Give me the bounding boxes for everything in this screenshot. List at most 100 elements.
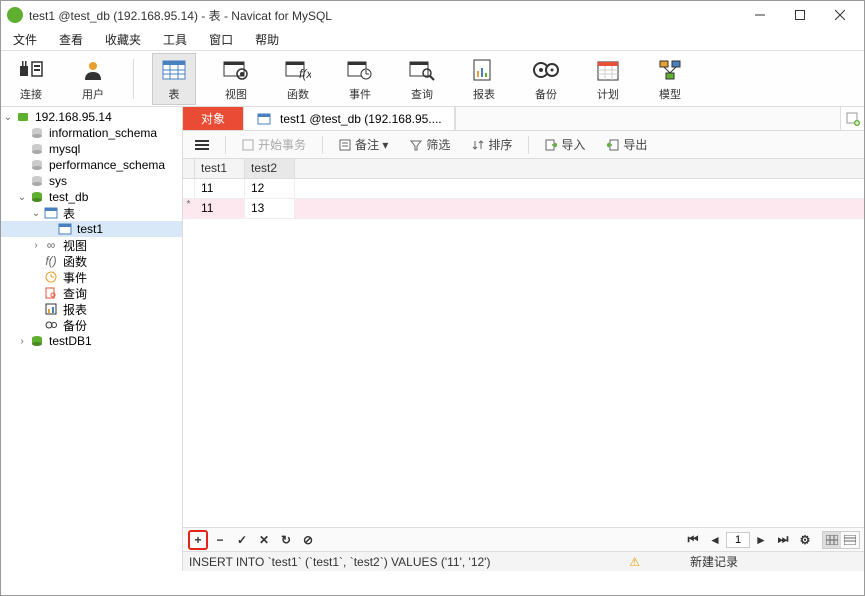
minimize-button[interactable]: [740, 2, 780, 28]
toolbar-user[interactable]: 用户: [71, 54, 115, 104]
tree-queries[interactable]: 查询: [1, 285, 182, 301]
toolbar-view[interactable]: 视图: [214, 54, 258, 104]
memo-icon: [339, 139, 351, 151]
record-edit-bar: + − ✓ ✕ ↻ ⊘ ⏮ ◄ ► ⏭ ⚙: [183, 527, 864, 551]
toolbar-backup[interactable]: 备份: [524, 54, 568, 104]
query-icon: [408, 56, 436, 84]
menu-help[interactable]: 帮助: [251, 29, 283, 50]
expand-icon[interactable]: ⌄: [1, 112, 15, 123]
tree-label: information_schema: [49, 126, 157, 140]
grid-view-button[interactable]: [823, 532, 841, 548]
expand-icon[interactable]: ⌄: [15, 192, 29, 203]
grid-body[interactable]: 11 12 * 11 13: [183, 179, 864, 527]
filter-button[interactable]: 筛选: [404, 134, 456, 155]
tree-backups[interactable]: 备份: [1, 317, 182, 333]
main-toolbar: 连接 用户 表 视图 f(x) 函数 事件 查询 报表 备份 计划 模型: [1, 51, 864, 107]
nav-prev-button[interactable]: ◄: [705, 530, 725, 550]
nav-next-button[interactable]: ►: [751, 530, 771, 550]
menu-bar: 文件 查看 收藏夹 工具 窗口 帮助: [1, 29, 864, 51]
import-label: 导入: [561, 136, 585, 153]
tree-db-mysql[interactable]: mysql: [1, 141, 182, 157]
maximize-button[interactable]: [780, 2, 820, 28]
stop-button[interactable]: ⊘: [298, 530, 318, 550]
tree-table-test1[interactable]: test1: [1, 221, 182, 237]
add-record-button[interactable]: +: [188, 530, 208, 550]
separator: [133, 59, 134, 99]
tree-funcs[interactable]: f() 函数: [1, 253, 182, 269]
apply-button[interactable]: ✓: [232, 530, 252, 550]
report-icon: [43, 302, 59, 316]
tree-db-testdb[interactable]: ⌄ test_db: [1, 189, 182, 205]
tx-icon: [242, 139, 254, 151]
settings-button[interactable]: ⚙: [795, 530, 815, 550]
expand-icon[interactable]: ›: [29, 240, 43, 251]
tree-reports[interactable]: 报表: [1, 301, 182, 317]
tab-objects[interactable]: 对象: [183, 107, 244, 130]
toolbar-connect[interactable]: 连接: [9, 54, 53, 104]
tree-views[interactable]: › ∞ 视图: [1, 237, 182, 253]
toolbar-schedule[interactable]: 计划: [586, 54, 630, 104]
form-view-button[interactable]: [841, 532, 859, 548]
column-header-test2[interactable]: test2: [245, 159, 295, 178]
toolbar-model[interactable]: 模型: [648, 54, 692, 104]
event-icon: [346, 56, 374, 84]
view-mode-toggle[interactable]: [822, 531, 860, 549]
toolbar-schedule-label: 计划: [597, 86, 619, 102]
refresh-button[interactable]: ↻: [276, 530, 296, 550]
delete-record-button[interactable]: −: [210, 530, 230, 550]
table-row-new[interactable]: * 11 13: [183, 199, 864, 219]
page-number-input[interactable]: [726, 532, 750, 548]
export-label: 导出: [623, 136, 647, 153]
menu-window[interactable]: 窗口: [205, 29, 237, 50]
tree-db-sys[interactable]: sys: [1, 173, 182, 189]
menu-file[interactable]: 文件: [9, 29, 41, 50]
close-button[interactable]: [820, 2, 860, 28]
expand-icon[interactable]: ›: [15, 336, 29, 347]
tab-table-test1[interactable]: test1 @test_db (192.168.95....: [244, 107, 455, 130]
app-icon: [7, 7, 23, 23]
cell[interactable]: 11: [195, 179, 245, 198]
cell[interactable]: 12: [245, 179, 295, 198]
nav-last-button[interactable]: ⏭: [773, 530, 793, 550]
tree-events[interactable]: 事件: [1, 269, 182, 285]
cancel-button[interactable]: ✕: [254, 530, 274, 550]
nav-first-button[interactable]: ⏮: [683, 530, 703, 550]
cell[interactable]: 11: [195, 199, 245, 218]
tree-label: test_db: [49, 190, 88, 204]
menu-favorite[interactable]: 收藏夹: [101, 29, 145, 50]
toolbar-event[interactable]: 事件: [338, 54, 382, 104]
expand-icon[interactable]: ⌄: [29, 208, 43, 219]
toolbar-func[interactable]: f(x) 函数: [276, 54, 320, 104]
tree-db-info-schema[interactable]: information_schema: [1, 125, 182, 141]
import-button[interactable]: 导入: [539, 134, 591, 155]
close-icon: [835, 10, 845, 20]
separator: [225, 136, 226, 154]
table-row[interactable]: 11 12: [183, 179, 864, 199]
cell[interactable]: 13: [245, 199, 295, 218]
tab-spacer: [455, 107, 840, 130]
sort-button[interactable]: 排序: [466, 134, 518, 155]
tree-db-testdb1[interactable]: › testDB1: [1, 333, 182, 349]
tab-strip: 对象 test1 @test_db (192.168.95....: [183, 107, 864, 131]
first-icon: ⏮: [688, 532, 699, 547]
menu-view[interactable]: 查看: [55, 29, 87, 50]
menu-tools[interactable]: 工具: [159, 29, 191, 50]
export-button[interactable]: 导出: [601, 134, 653, 155]
toolbar-report[interactable]: 报表: [462, 54, 506, 104]
tree-label: 函数: [63, 253, 87, 270]
tab-add-button[interactable]: [840, 107, 864, 130]
filter-label: 筛选: [426, 136, 450, 153]
hamburger-button[interactable]: [189, 137, 215, 153]
form-view-icon: [844, 535, 856, 545]
column-header-test1[interactable]: test1: [195, 159, 245, 178]
tree-server[interactable]: ⌄ 192.168.95.14: [1, 109, 182, 125]
connection-tree[interactable]: ⌄ 192.168.95.14 information_schema mysql…: [1, 107, 183, 571]
memo-button[interactable]: 备注 ▾: [333, 134, 394, 155]
tree-tables-folder[interactable]: ⌄ 表: [1, 205, 182, 221]
toolbar-query[interactable]: 查询: [400, 54, 444, 104]
toolbar-table[interactable]: 表: [152, 53, 196, 105]
server-icon: [15, 110, 31, 124]
begin-transaction-button[interactable]: 开始事务: [236, 134, 312, 155]
tree-db-perf-schema[interactable]: performance_schema: [1, 157, 182, 173]
plus-icon: +: [194, 533, 201, 547]
